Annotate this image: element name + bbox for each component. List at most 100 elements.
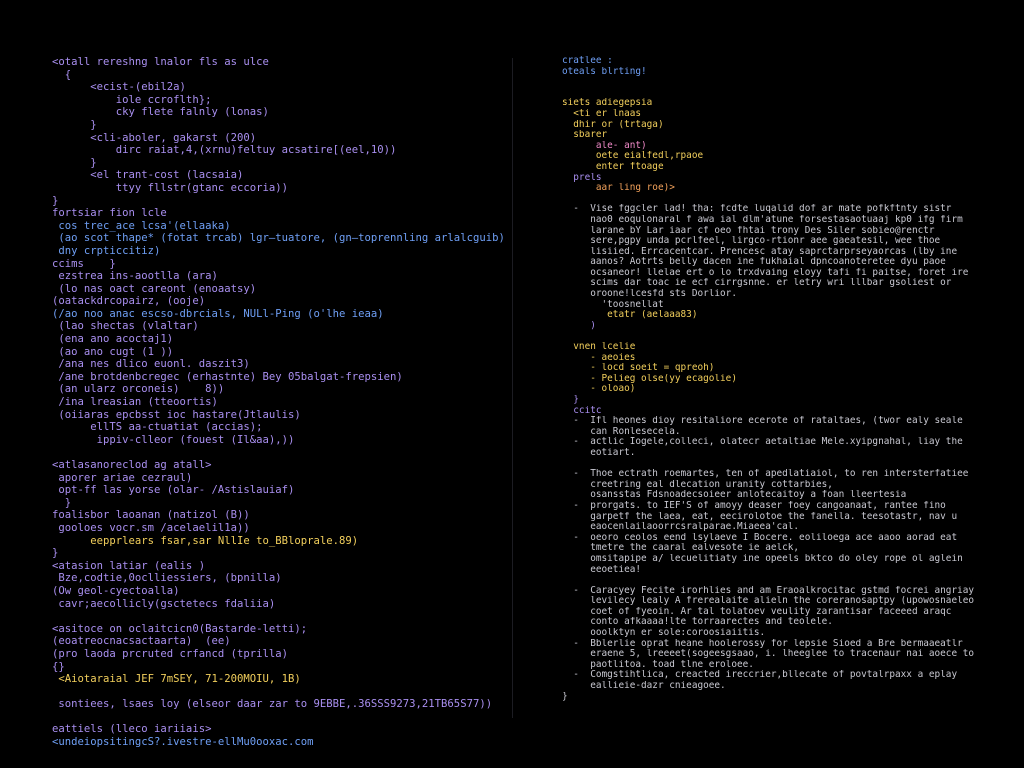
right-code-line[interactable]: garpetf the laea, eat, eecirolotoe the f…: [562, 512, 1024, 523]
left-code-line[interactable]: [52, 610, 512, 623]
left-code-line[interactable]: <asitoce on oclaitcicn0(Bastarde-letti);: [52, 623, 512, 636]
right-code-line[interactable]: - aeoies: [562, 353, 1024, 364]
left-code-line[interactable]: }: [52, 157, 512, 170]
left-code-line[interactable]: (ena ano acoctaj1): [52, 333, 512, 346]
right-code-line[interactable]: eotiart.: [562, 448, 1024, 459]
left-code-line[interactable]: <el trant-cost (lacsaia): [52, 169, 512, 182]
right-code-line[interactable]: - prorgats. to IEF'S of amoyy deaser foe…: [562, 501, 1024, 512]
right-code-line[interactable]: eallieie-dazr cnieagoee.: [562, 681, 1024, 692]
left-code-line[interactable]: ezstrea ins-aootlla (ara): [52, 270, 512, 283]
left-code-line[interactable]: eepprlears fsar,sar NllIe to_BBloprale.8…: [52, 535, 512, 548]
right-code-line[interactable]: [562, 77, 1024, 88]
right-code-line[interactable]: [562, 459, 1024, 470]
left-code-line[interactable]: (/ao noo anac escso-dbrcials, NULl-Ping …: [52, 308, 512, 321]
right-code-line[interactable]: aanos? Aotrts belly dacen ine fukhaial d…: [562, 257, 1024, 268]
left-code-line[interactable]: /ina lreasian (tteoortis): [52, 396, 512, 409]
left-code-line[interactable]: eattiels (lleco iariiais>: [52, 723, 512, 736]
right-code-line[interactable]: vnen lcelie: [562, 342, 1024, 353]
right-code-line[interactable]: larane bY Lar iaar cf oeo fhtai trony De…: [562, 226, 1024, 237]
right-code-line[interactable]: ccitc: [562, 406, 1024, 417]
right-code-line[interactable]: - Bblerlie oprat heane hoolerossy for le…: [562, 639, 1024, 650]
left-code-line[interactable]: (lao shectas (vlaltar): [52, 320, 512, 333]
right-code-line[interactable]: ocsaneor! llelae ert o lo trxdvaing eloy…: [562, 268, 1024, 279]
right-code-line[interactable]: [562, 575, 1024, 586]
left-code-line[interactable]: ippiv-clleor (fouest (Il&aa),)): [52, 434, 512, 447]
left-code-line[interactable]: (lo nas oact careont (enoaatsy): [52, 283, 512, 296]
right-code-line[interactable]: prels: [562, 173, 1024, 184]
left-code-line[interactable]: (ao ano cugt (1 )): [52, 346, 512, 359]
right-code-line[interactable]: - oeoro ceolos eend lsylaeve I Bocere. e…: [562, 533, 1024, 544]
left-code-line[interactable]: aporer ariae cezraul): [52, 472, 512, 485]
right-code-line[interactable]: eaocenlailaoorrcsralparae.Miaeea'cal.: [562, 522, 1024, 533]
right-code-line[interactable]: <ti er lnaas: [562, 109, 1024, 120]
left-code-line[interactable]: dirc raiat,4,(xrnu)feltuy acsatire[(eel,…: [52, 144, 512, 157]
left-code-line[interactable]: [52, 686, 512, 699]
right-code-line[interactable]: coet of fyeoin. Ar tal tolatoev veulity …: [562, 607, 1024, 618]
left-code-line[interactable]: }: [52, 497, 512, 510]
left-code-line[interactable]: (an ularz orconeis) 8)): [52, 383, 512, 396]
right-code-line[interactable]: ale- ant): [562, 141, 1024, 152]
pane-divider[interactable]: [512, 58, 513, 718]
left-code-line[interactable]: (oiiaras epcbsst ioc hastare(Jtlaulis): [52, 409, 512, 422]
left-code-line[interactable]: (eoatreocnacsactaarta) (ee): [52, 635, 512, 648]
left-code-line[interactable]: gooloes vocr.sm /acelaelil1a)): [52, 522, 512, 535]
left-code-line[interactable]: fortsiar fion lcle: [52, 207, 512, 220]
left-code-line[interactable]: [52, 711, 512, 724]
left-code-line[interactable]: ccims }: [52, 258, 512, 271]
right-code-line[interactable]: tmetre the caaral ealvesote ie aelck,: [562, 543, 1024, 554]
left-code-line[interactable]: cavr;aecollicly(gsctetecs fdaliia): [52, 598, 512, 611]
right-code-line[interactable]: nao0 eoqulonaral f awa ial dlm'atune for…: [562, 215, 1024, 226]
left-code-line[interactable]: cos trec_ace lcsa'(ellaaka): [52, 220, 512, 233]
left-code-line[interactable]: iole ccroflth};: [52, 94, 512, 107]
right-code-line[interactable]: conto afkaaaa!lte torraarectes and teole…: [562, 617, 1024, 628]
right-code-line[interactable]: 'toosnellat: [562, 300, 1024, 311]
left-code-line[interactable]: <undeiopsitingcS?.ivestre-ellMu0ooxac.co…: [52, 736, 512, 749]
left-code-line[interactable]: {: [52, 69, 512, 82]
right-code-line[interactable]: lisiied. Errcacentcar. Prencesc atay sap…: [562, 247, 1024, 258]
right-code-line[interactable]: aar ling roe)>: [562, 183, 1024, 194]
right-code-line[interactable]: - actlic Iogele,colleci, olatecr aetalti…: [562, 437, 1024, 448]
right-code-line[interactable]: ): [562, 321, 1024, 332]
right-code-line[interactable]: - oloao): [562, 384, 1024, 395]
right-code-line[interactable]: - Ifl heones dioy resitaliore ecerote of…: [562, 416, 1024, 427]
right-code-line[interactable]: [562, 88, 1024, 99]
right-code-line[interactable]: enter ftoage: [562, 162, 1024, 173]
right-editor-pane[interactable]: cratlee : oteals blrting! siets adiegepsia…: [514, 0, 1024, 768]
right-code-line[interactable]: [562, 194, 1024, 205]
left-code-line[interactable]: (ao scot thape* (fotat trcab) lgr—tuator…: [52, 232, 512, 245]
left-code-line[interactable]: cky flete falnly (lonas): [52, 106, 512, 119]
right-code-line[interactable]: etatr (aelaaa83): [562, 310, 1024, 321]
right-code-line[interactable]: ooolktyn er sole:coroosiaiitis.: [562, 628, 1024, 639]
left-code-line[interactable]: [52, 446, 512, 459]
left-code-line[interactable]: {}: [52, 661, 512, 674]
left-code-line[interactable]: (Ow geol-cyectoalla): [52, 585, 512, 598]
left-code-line[interactable]: }: [52, 119, 512, 132]
right-code-line[interactable]: }: [562, 395, 1024, 406]
right-code-line[interactable]: levilecy lealy A frerealaite alieln the …: [562, 596, 1024, 607]
right-code-line[interactable]: - Thoe ectrath roemartes, ten of apedlat…: [562, 469, 1024, 480]
right-code-line[interactable]: [562, 331, 1024, 342]
right-code-line[interactable]: - Vise fggcler lad! tha: fcdte luqalid d…: [562, 204, 1024, 215]
left-code-line[interactable]: sontiees, lsaes loy (elseor daar zar to …: [52, 698, 512, 711]
right-code-line[interactable]: can Ronlesecela.: [562, 427, 1024, 438]
right-code-line[interactable]: cratlee :: [562, 56, 1024, 67]
left-code-line[interactable]: }: [52, 547, 512, 560]
right-code-line[interactable]: - Pelieg olse(yy ecagolie): [562, 374, 1024, 385]
left-code-line[interactable]: opt-ff las yorse (olar- /Astislauiaf): [52, 484, 512, 497]
right-code-line[interactable]: creetring eal dlecation uranity cottarbi…: [562, 480, 1024, 491]
right-code-line[interactable]: }: [562, 692, 1024, 703]
left-code-line[interactable]: <ecist-(ebil2a): [52, 81, 512, 94]
left-code-line[interactable]: dny crpticcitiz): [52, 245, 512, 258]
left-code-line[interactable]: /ane brotdenbcregec (erhastnte) Bey 05ba…: [52, 371, 512, 384]
left-code-line[interactable]: ellTS aa-ctuatiat (accias);: [52, 421, 512, 434]
right-code-line[interactable]: - Caracyey Fecite irorhlies and am Eraoa…: [562, 586, 1024, 597]
left-editor-pane[interactable]: <otall rereshng lnalor fls as ulce { <ec…: [0, 0, 512, 768]
left-code-line[interactable]: <atasion latiar (ealis ): [52, 560, 512, 573]
right-code-line[interactable]: siets adiegepsia: [562, 98, 1024, 109]
right-code-line[interactable]: - Comgstihtlica, creacted ireccrier,blle…: [562, 670, 1024, 681]
right-code-line[interactable]: oete eialfedl,rpaoe: [562, 151, 1024, 162]
right-code-line[interactable]: paotlitoa. toad tlne eroloee.: [562, 660, 1024, 671]
left-code-line[interactable]: (oatackdrcopairz, (ooje): [52, 295, 512, 308]
right-code-line[interactable]: oroone!lcesfd sts Dorlior.: [562, 289, 1024, 300]
right-code-line[interactable]: scims dar toac ie ecf cirrgsnne. er letr…: [562, 278, 1024, 289]
